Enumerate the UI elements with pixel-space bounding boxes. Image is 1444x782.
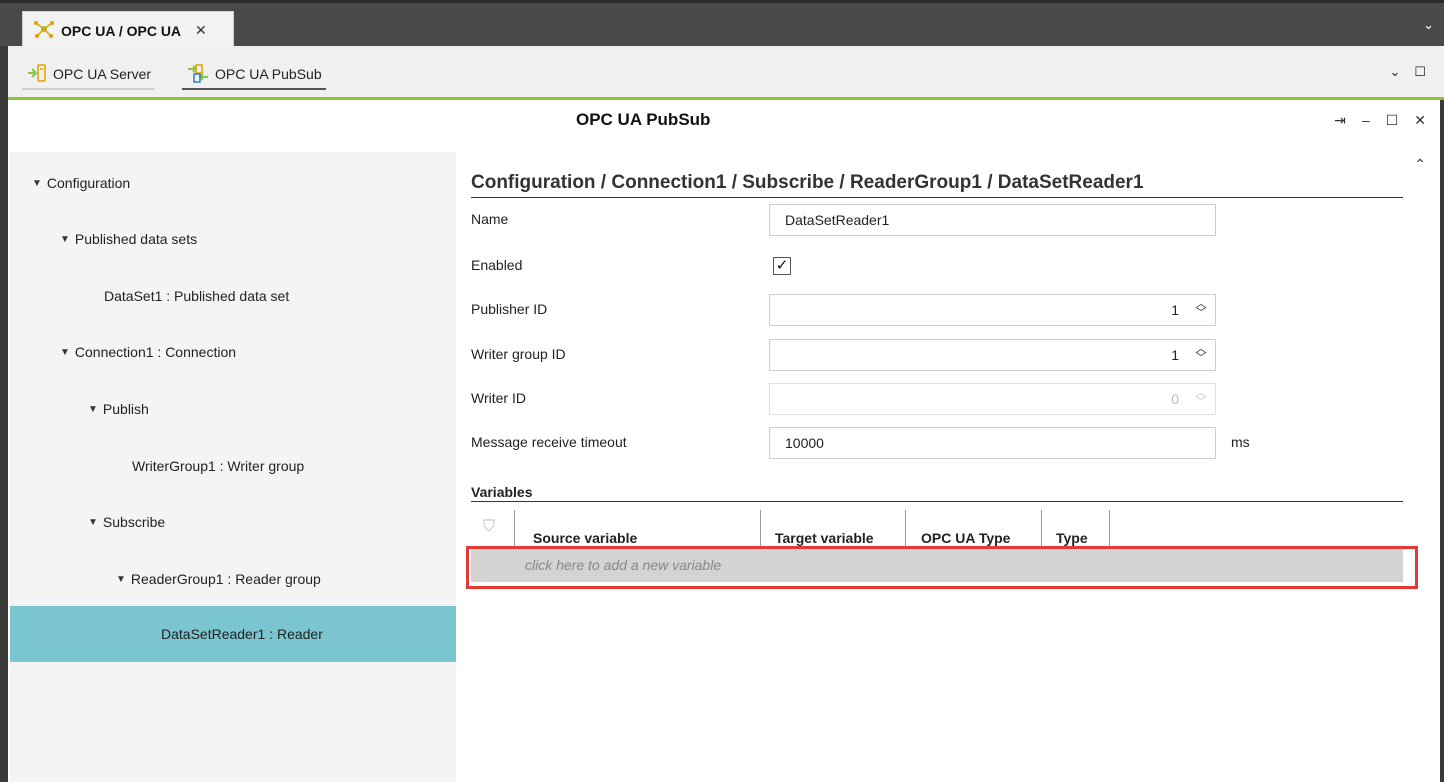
pubsub-icon [186, 63, 210, 86]
maximize-icon[interactable]: ☐ [1414, 64, 1426, 80]
writer-group-id-label: Writer group ID [471, 346, 566, 362]
add-variable-placeholder[interactable]: click here to add a new variable [525, 557, 721, 573]
column-header-opcua-type[interactable]: OPC UA Type [906, 510, 1042, 548]
editor-title: OPC UA PubSub [576, 110, 711, 129]
add-variable-row[interactable]: click here to add a new variable [471, 548, 1403, 582]
tree-item-subscribe[interactable]: ▼ Subscribe [10, 494, 456, 550]
close-icon[interactable]: ✕ [195, 22, 207, 39]
perspective-opcua-server[interactable]: OPC UA Server [22, 60, 156, 90]
tree-item-label: ReaderGroup1 : Reader group [130, 571, 321, 587]
spinner-icon: ︿ ﹀ [1195, 387, 1207, 408]
writer-id-stepper [769, 383, 1216, 415]
editor-tab-bar: OPC UA / OPC UA ✕ ⌄ [0, 0, 1444, 49]
tab-opcua[interactable]: OPC UA / OPC UA ✕ [22, 11, 234, 49]
enabled-label: Enabled [471, 257, 523, 273]
variables-label: Variables [471, 484, 533, 500]
timeout-unit: ms [1231, 434, 1250, 450]
tree-item-label: Configuration [46, 175, 131, 191]
message-timeout-label: Message receive timeout [471, 434, 627, 450]
divider [471, 197, 1403, 198]
configuration-tree: ▼ Configuration ▼ Published data sets Da… [10, 152, 456, 782]
writer-id-label: Writer ID [471, 390, 526, 406]
variables-table: ⛉ Source variable Target variable OPC UA… [471, 510, 1403, 582]
tree-item-writergroup1[interactable]: WriterGroup1 : Writer group [10, 438, 456, 494]
breadcrumb: Configuration / Connection1 / Subscribe … [471, 172, 1144, 193]
tree-item-datasetreader1[interactable]: DataSetReader1 : Reader [10, 606, 456, 662]
tree-item-label: Publish [102, 401, 149, 417]
pin-icon[interactable]: ⇥ [1334, 112, 1346, 129]
table-header: ⛉ Source variable Target variable OPC UA… [471, 510, 1403, 548]
close-icon[interactable]: ✕ [1414, 112, 1426, 129]
enabled-checkbox[interactable]: ✓ [773, 257, 791, 275]
spinner-icon[interactable]: ︿ ﹀ [1195, 344, 1207, 364]
reader-detail-panel: ⌃ Configuration / Connection1 / Subscrib… [456, 152, 1440, 782]
tree-item-configuration[interactable]: ▼ Configuration [10, 155, 456, 211]
tree-item-publish[interactable]: ▼ Publish [10, 381, 456, 437]
pubsub-editor: OPC UA PubSub ⇥ – ☐ ✕ ▼ Configuration ▼ … [8, 100, 1440, 782]
minimize-icon[interactable]: ⌄ [1389, 64, 1400, 80]
publisher-id-stepper[interactable] [769, 294, 1216, 326]
chevron-down-icon[interactable]: ▼ [116, 574, 126, 585]
perspective-controls: ⌄ ☐ [1389, 64, 1426, 80]
chevron-down-icon[interactable]: ▼ [88, 517, 98, 528]
tree-item-connection1[interactable]: ▼ Connection1 : Connection [10, 324, 456, 380]
perspective-label: OPC UA PubSub [215, 66, 322, 82]
maximize-icon[interactable]: ☐ [1386, 112, 1399, 129]
chevron-up-icon[interactable]: ⌃ [1414, 156, 1426, 173]
column-header-type[interactable]: Type [1042, 510, 1110, 548]
divider [471, 501, 1403, 502]
tree-item-dataset1[interactable]: DataSet1 : Published data set [10, 268, 456, 324]
tree-item-label: DataSet1 : Published data set [104, 288, 290, 304]
perspective-opcua-pubsub[interactable]: OPC UA PubSub [182, 60, 326, 90]
tab-label: OPC UA / OPC UA [61, 22, 182, 39]
chevron-down-icon[interactable]: ▼ [60, 234, 70, 245]
chevron-down-icon[interactable]: ▼ [88, 404, 98, 415]
name-field[interactable] [769, 204, 1216, 236]
message-timeout-field[interactable] [769, 427, 1216, 459]
minimize-icon[interactable]: – [1362, 112, 1370, 129]
spinner-icon[interactable]: ︿ ﹀ [1195, 299, 1207, 319]
perspective-label: OPC UA Server [53, 66, 152, 82]
window-controls: ⇥ – ☐ ✕ [1334, 112, 1426, 129]
chevron-down-icon[interactable]: ▼ [32, 178, 42, 189]
opcua-network-icon [33, 20, 55, 41]
tree-item-label: Published data sets [74, 231, 198, 247]
tree-item-published-data-sets[interactable]: ▼ Published data sets [10, 211, 456, 267]
chevron-down-icon[interactable]: ⌄ [1423, 17, 1434, 33]
tree-item-label: Connection1 : Connection [74, 344, 237, 360]
column-header-filter [471, 510, 515, 548]
writer-group-id-stepper[interactable] [769, 339, 1216, 371]
tree-item-label: DataSetReader1 : Reader [161, 626, 323, 642]
perspective-bar: OPC UA Server OPC UA PubSub ⌄ ☐ [8, 46, 1444, 100]
column-header-target-variable[interactable]: Target variable [761, 510, 906, 548]
column-header-source-variable[interactable]: Source variable [515, 510, 761, 548]
server-icon [26, 63, 48, 86]
publisher-id-label: Publisher ID [471, 301, 548, 317]
tree-item-label: WriterGroup1 : Writer group [132, 458, 305, 474]
tree-item-label: Subscribe [102, 514, 166, 530]
name-label: Name [471, 211, 509, 227]
tree-item-readergroup1[interactable]: ▼ ReaderGroup1 : Reader group [10, 551, 456, 607]
editor-title-bar: OPC UA PubSub ⇥ – ☐ ✕ [8, 100, 1440, 152]
chevron-down-icon[interactable]: ▼ [60, 347, 70, 358]
